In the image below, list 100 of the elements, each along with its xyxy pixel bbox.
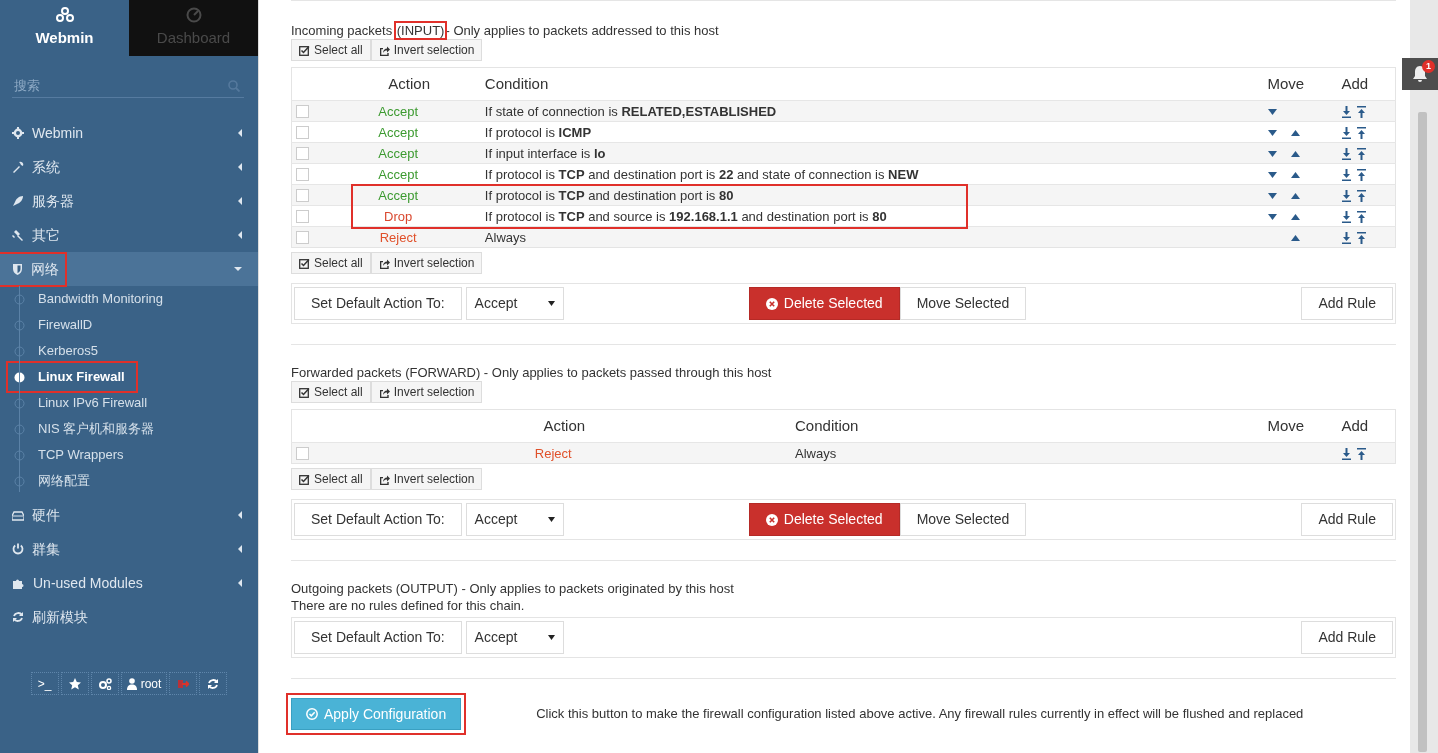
caret-down-icon [547, 517, 555, 522]
action-link[interactable]: Accept [378, 124, 419, 140]
search-field[interactable]: 搜索 [12, 74, 244, 98]
user-button[interactable]: root [120, 672, 168, 695]
close-circle-icon [765, 297, 778, 310]
action-link[interactable]: Reject [379, 229, 417, 245]
action-link[interactable]: Accept [378, 166, 419, 182]
circle-icon [14, 319, 25, 331]
condition-link[interactable]: If protocol is ICMP [484, 124, 592, 140]
select-all-button[interactable]: Select all [291, 39, 371, 61]
sidebar-menu-item[interactable]: Webmin [0, 116, 258, 150]
invert-selection-button[interactable]: Invert selection [370, 39, 483, 61]
checkbox[interactable] [296, 126, 309, 140]
delete-selected-button[interactable]: Delete Selected [748, 287, 900, 320]
condition-link[interactable]: If protocol is TCP and source is 192.168.1.1 and destination port is 80 [484, 208, 887, 224]
action-link[interactable]: Accept [378, 145, 419, 161]
sidebar-submenu-item[interactable]: Linux IPv6 Firewall [0, 390, 258, 416]
add-above-icon [1356, 231, 1366, 244]
sidebar-menu-item[interactable]: 刷新模块 [0, 600, 258, 634]
sidebar-menu-item[interactable]: 网络 [0, 252, 258, 286]
gauge-icon [185, 6, 202, 23]
share-icon [378, 44, 390, 56]
close-circle-icon [765, 513, 778, 526]
add-rule-button[interactable]: Add Rule [1301, 621, 1393, 654]
default-action-select[interactable]: Accept [465, 621, 564, 654]
sidebar-submenu-item[interactable]: FirewallD [0, 312, 258, 338]
refresh-button[interactable] [199, 672, 228, 695]
sidebar-submenu-item[interactable]: TCP Wrappers [0, 442, 258, 468]
sidebar-menu-item[interactable]: 硬件 [0, 498, 258, 532]
select-all-button[interactable]: Select all [291, 381, 371, 403]
column-header: Action [341, 409, 787, 443]
share-icon [378, 257, 390, 269]
condition-link[interactable]: If protocol is TCP and destination port is 22 and state of connection is NEW [484, 166, 919, 182]
logout-icon [177, 677, 190, 690]
invert-selection-button[interactable]: Invert selection [370, 381, 483, 403]
caret-left-icon [237, 197, 242, 205]
add-above-icon [1356, 168, 1366, 181]
column-header: Add [1333, 67, 1396, 101]
notification-button[interactable]: 1 [1402, 58, 1438, 90]
sidebar-menu-item[interactable]: 群集 [0, 532, 258, 566]
gears-icon [97, 677, 112, 690]
action-link[interactable]: Drop [384, 208, 413, 224]
add-above-icon [1356, 147, 1366, 160]
checkbox-icon [299, 257, 310, 269]
checkbox-icon [299, 44, 310, 56]
share-icon [378, 473, 390, 485]
invert-selection-button[interactable]: Invert selection [370, 252, 483, 274]
checkbox[interactable] [296, 147, 309, 161]
caret-down-icon [234, 265, 242, 273]
settings-button[interactable] [90, 672, 119, 695]
condition-link[interactable]: If protocol is TCP and destination port is 80 [484, 187, 734, 203]
checkbox[interactable] [296, 447, 309, 461]
column-header: Condition [787, 409, 1260, 443]
condition-link[interactable]: Always [484, 229, 527, 245]
checkbox[interactable] [296, 105, 309, 119]
add-rule-button[interactable]: Add Rule [1301, 503, 1393, 536]
action-link[interactable]: Accept [378, 187, 419, 203]
sidebar-submenu-item[interactable]: Bandwidth Monitoring [0, 286, 258, 312]
move-selected-button[interactable]: Move Selected [899, 503, 1027, 536]
sidebar-submenu-item[interactable]: NIS 客户机和服务器 [0, 416, 258, 442]
checkbox[interactable] [296, 189, 309, 203]
sidebar-menu-item[interactable]: 服务器 [0, 184, 258, 218]
sidebar-menu-item[interactable]: 其它 [0, 218, 258, 252]
checkbox[interactable] [296, 210, 309, 224]
delete-selected-button[interactable]: Delete Selected [748, 503, 900, 536]
checkbox[interactable] [296, 231, 309, 245]
sidebar-menu-item[interactable]: Un-used Modules [0, 566, 258, 600]
user-icon [126, 677, 137, 690]
caret-left-icon [237, 129, 242, 137]
move-selected-button[interactable]: Move Selected [899, 287, 1027, 320]
add-below-icon [1341, 447, 1351, 460]
add-above-icon [1356, 189, 1366, 202]
circle-icon [14, 345, 25, 357]
add-below-icon [1341, 147, 1351, 160]
default-action-select[interactable]: Accept [465, 287, 564, 320]
action-link[interactable]: Accept [378, 103, 419, 119]
select-all-button[interactable]: Select all [291, 252, 371, 274]
circle-icon [14, 293, 25, 305]
sidebar-submenu-item[interactable]: Kerberos5 [0, 338, 258, 364]
column-header: Condition [476, 67, 1260, 101]
terminal-button[interactable]: >_ [30, 672, 59, 695]
add-rule-button[interactable]: Add Rule [1301, 287, 1393, 320]
favorites-button[interactable] [60, 672, 89, 695]
condition-link[interactable]: If state of connection is RELATED,ESTABLISHED [484, 103, 777, 119]
invert-selection-button[interactable]: Invert selection [370, 468, 483, 490]
default-action-label: Set Default Action To: [294, 621, 462, 654]
checkbox[interactable] [296, 168, 309, 182]
sidebar-menu-item[interactable]: 系统 [0, 150, 258, 184]
condition-link[interactable]: Always [795, 445, 837, 461]
filled-circle-icon [14, 371, 25, 383]
caret-down-icon [547, 301, 555, 306]
chain-title: Outgoing packets (OUTPUT) - Only applies to packets originated by this host [291, 580, 735, 597]
sidebar-submenu-item[interactable]: 网络配置 [0, 468, 258, 494]
default-action-select[interactable]: Accept [465, 503, 564, 536]
select-all-button[interactable]: Select all [291, 468, 371, 490]
default-action-label: Set Default Action To: [294, 287, 462, 320]
action-link[interactable]: Reject [534, 445, 572, 461]
refresh-icon [12, 611, 24, 623]
sidebar-submenu-item[interactable]: Linux Firewall [0, 364, 258, 390]
condition-link[interactable]: If input interface is lo [484, 145, 606, 161]
